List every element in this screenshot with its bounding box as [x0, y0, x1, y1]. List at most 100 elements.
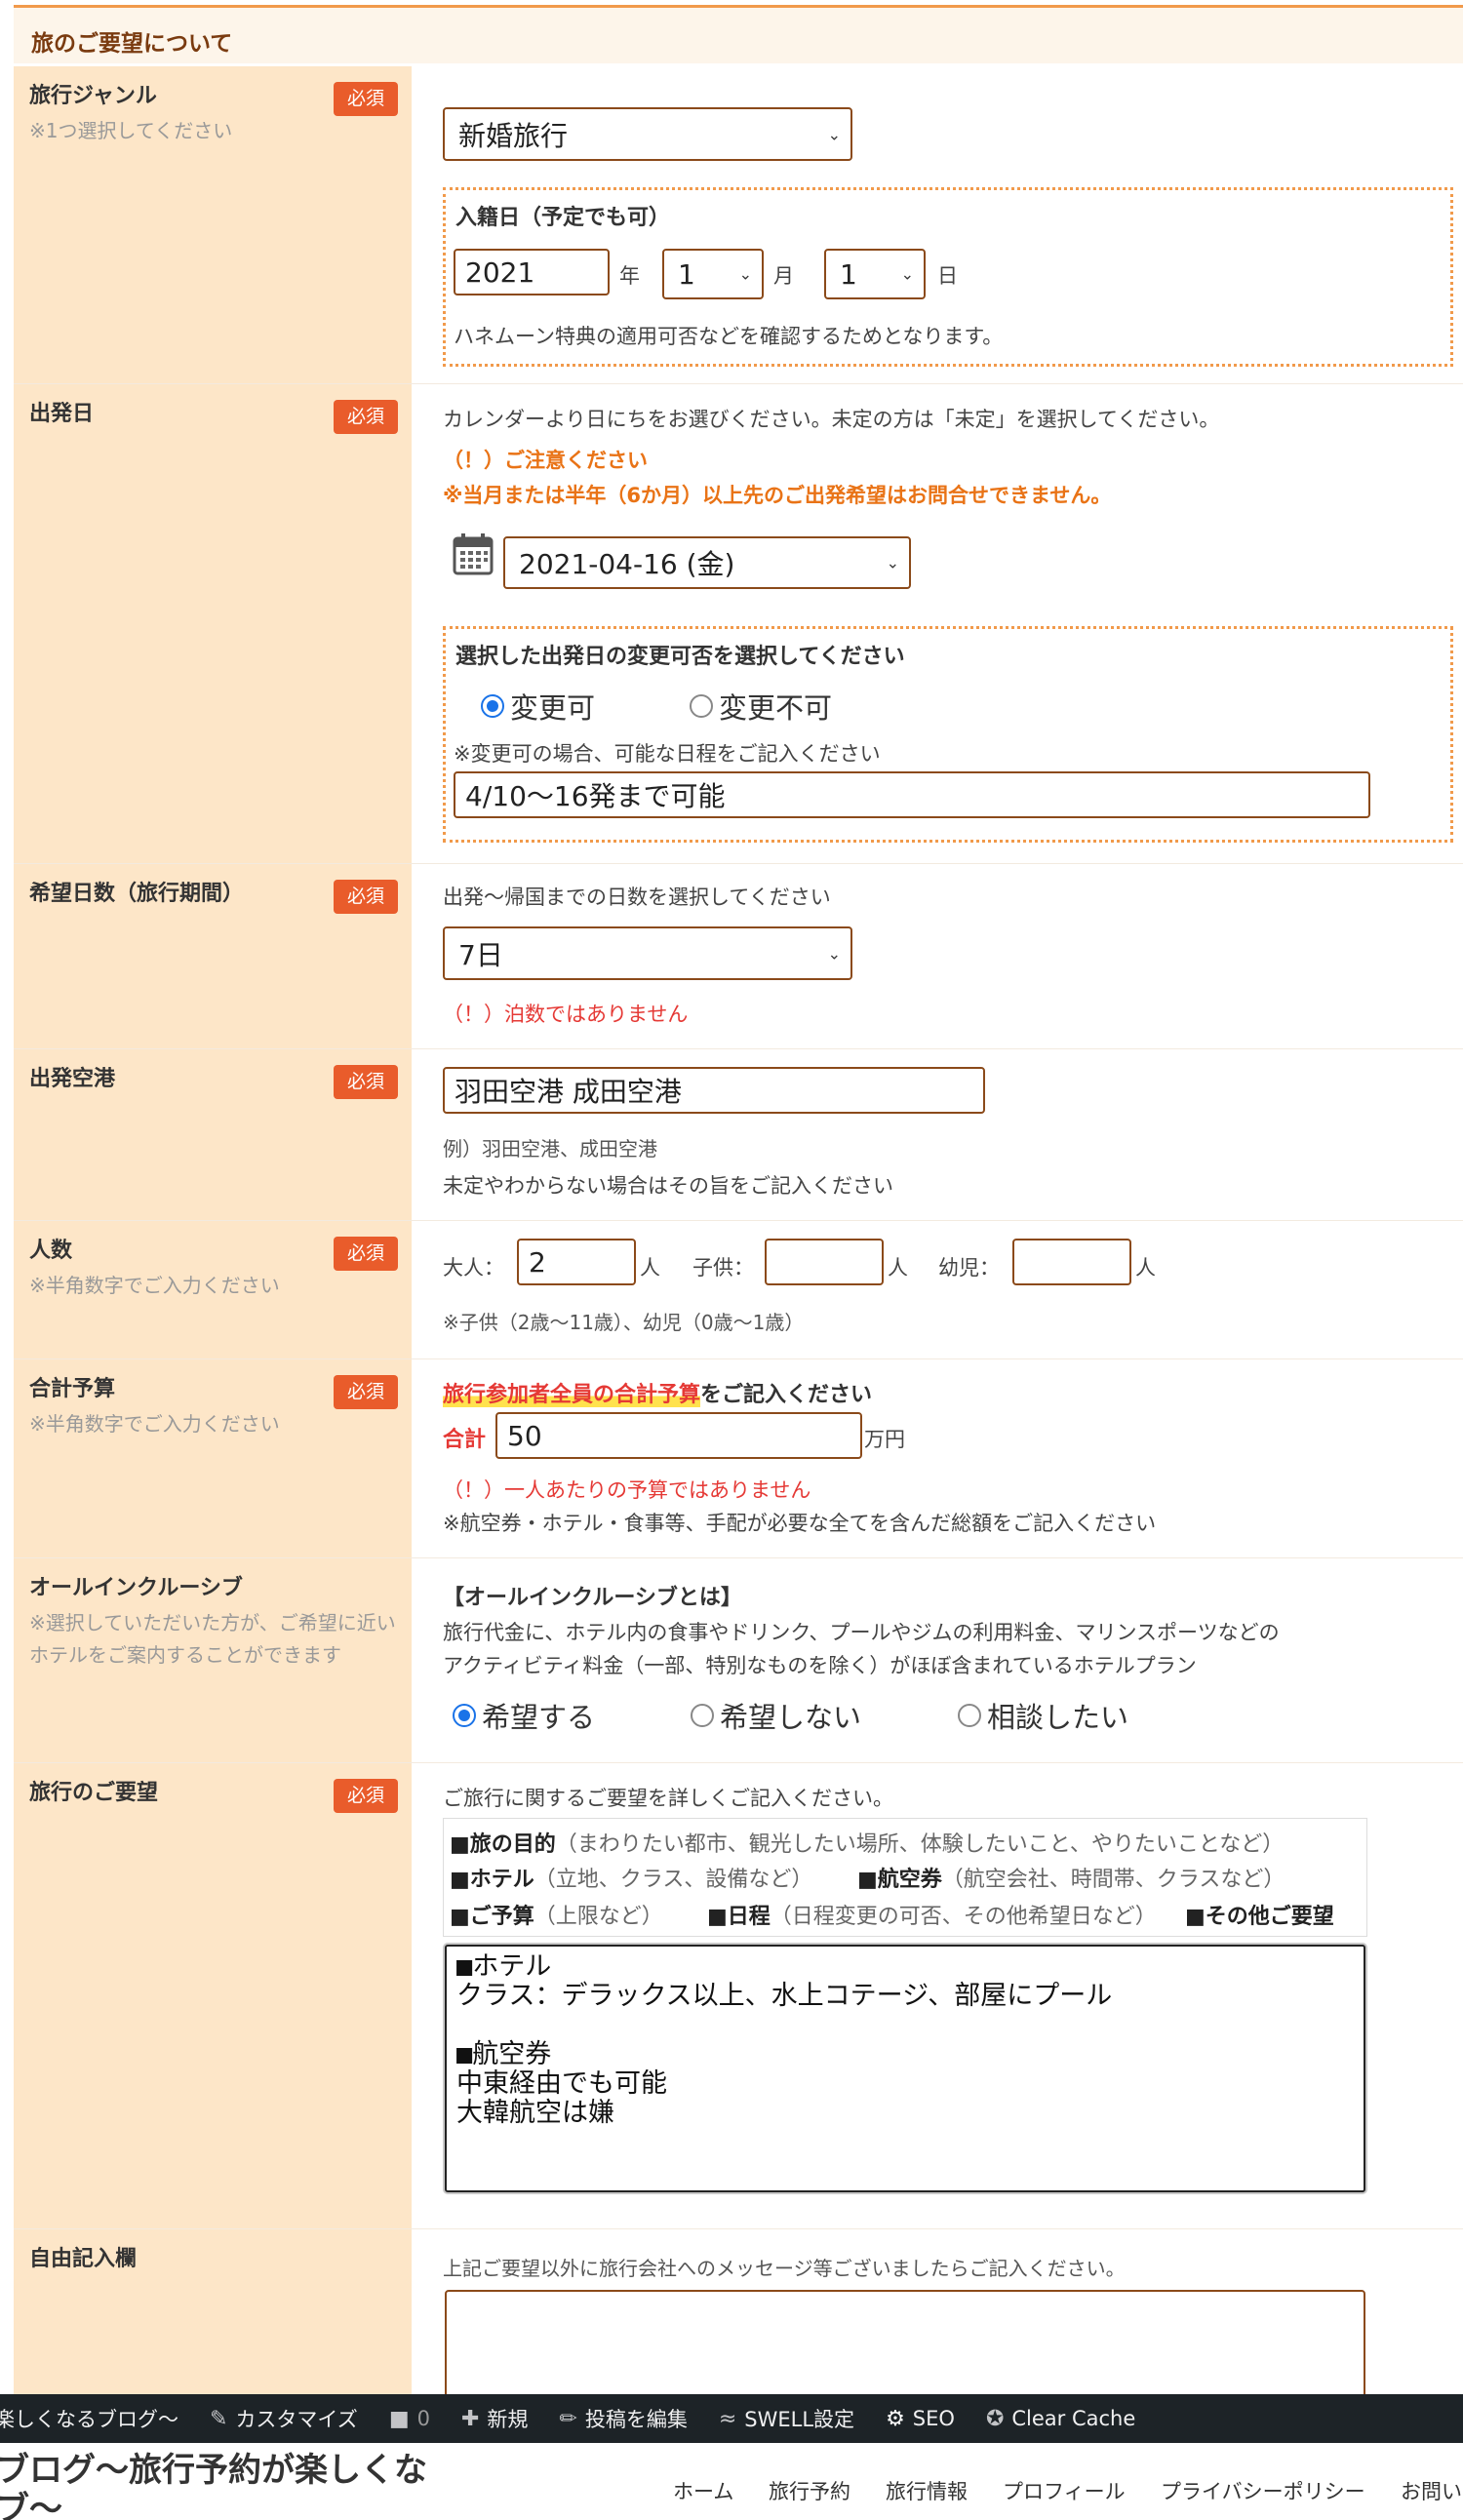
- days-warning: （！）泊数ではありません: [443, 1003, 689, 1026]
- row-people: 人数 ※半角数字でご入力ください 必須 大人： 2 人 子供： 人 幼児： 人 …: [14, 1221, 1463, 1359]
- nav-item-booking[interactable]: 旅行予約: [769, 2476, 850, 2505]
- hint-line-2b: ■航空券（航空会社、時間帯、クラスなど）: [857, 1862, 1285, 1893]
- admin-cache-label: Clear Cache: [1011, 2407, 1136, 2430]
- field-label: オールインクルーシブ: [29, 1576, 243, 1600]
- radio-change-yes[interactable]: 変更可: [481, 686, 595, 727]
- plus-icon: ✚: [460, 2406, 480, 2431]
- hint-air: ■航空券: [857, 1868, 942, 1892]
- field-note: ※半角数字でご入力ください: [29, 1411, 280, 1436]
- radio-allinc-want[interactable]: 希望する: [453, 1695, 595, 1736]
- day-select-value: 1: [840, 257, 857, 291]
- radio-circle-checked: [481, 694, 504, 718]
- label-cell: 希望日数（旅行期間） 必須: [14, 864, 412, 1048]
- day-unit: 日: [937, 264, 958, 288]
- required-badge: 必須: [334, 1375, 398, 1409]
- admin-clear-cache[interactable]: ✪ Clear Cache: [986, 2407, 1135, 2431]
- radio-circle: [691, 1704, 714, 1727]
- nav-item-info[interactable]: 旅行情報: [886, 2476, 968, 2505]
- admin-seo[interactable]: ⚙ SEO: [886, 2407, 955, 2431]
- radio-allinc-no[interactable]: 希望しない: [691, 1695, 861, 1736]
- infant-input[interactable]: [1012, 1239, 1131, 1285]
- airport-input[interactable]: 羽田空港 成田空港: [443, 1067, 985, 1114]
- row-airport: 出発空港 必須 羽田空港 成田空港 例）羽田空港、成田空港 未定やわからない場合…: [14, 1049, 1463, 1221]
- budget-heading-rest: をご記入ください: [700, 1383, 873, 1407]
- day-select[interactable]: 1 ⌄: [824, 249, 926, 299]
- departure-desc: カレンダーより日にちをお選びください。未定の方は「未定」を選択してください。: [443, 408, 1220, 431]
- admin-new[interactable]: ✚ 新規: [461, 2404, 528, 2433]
- change-input[interactable]: 4/10〜16発まで可能: [454, 771, 1370, 818]
- hint-line-2: ■ホテル（立地、クラス、設備など）: [450, 1862, 812, 1893]
- entry-date-box: 入籍日（予定でも可） 2021 年 1 ⌄ 月 1 ⌄ 日 ハネムーン特典の適用…: [443, 187, 1453, 367]
- hint-hotel: ■ホテル: [450, 1868, 534, 1892]
- change-title: 選択した出発日の変更可否を選択してください: [455, 645, 905, 669]
- label-cell: 出発日 必須: [14, 384, 412, 863]
- hint-schedule: ■日程: [707, 1905, 771, 1929]
- genre-select[interactable]: 新婚旅行 ⌄: [443, 107, 852, 161]
- row-days: 希望日数（旅行期間） 必須 出発〜帰国までの日数を選択してください 7日 ⌄ （…: [14, 864, 1463, 1049]
- radio-label: 希望しない: [720, 1701, 862, 1734]
- admin-edit-post[interactable]: ✏ 投稿を編集: [559, 2404, 687, 2433]
- entry-date-title: 入籍日（予定でも可）: [455, 206, 671, 230]
- swell-icon: ≈: [718, 2406, 737, 2431]
- field-cell: 出発〜帰国までの日数を選択してください 7日 ⌄ （！）泊数ではありません: [412, 864, 1463, 1048]
- nav-item-contact[interactable]: お問い: [1401, 2476, 1462, 2505]
- adult-input[interactable]: 2: [517, 1239, 636, 1285]
- hint-budget: ■ご予算: [450, 1905, 534, 1929]
- field-note: ※選択していただいた方が、ご希望に近いホテルをご案内することができます: [29, 1610, 396, 1667]
- radio-change-no[interactable]: 変更不可: [690, 686, 832, 727]
- admin-comments[interactable]: ■ 0: [389, 2407, 430, 2431]
- radio-circle: [690, 694, 713, 718]
- calendar-icon[interactable]: [453, 532, 494, 575]
- label-cell: 旅行ジャンル ※1つ選択してください 必須: [14, 66, 412, 383]
- request-textarea[interactable]: ■ホテル クラス：デラックス以上、水上コテージ、部屋にプール ■航空券 中東経由…: [445, 1945, 1365, 2192]
- wp-admin-bar: 楽しくなるブログ〜 ✎ カスタマイズ ■ 0 ✚ 新規 ✏ 投稿を編集 ≈ SW…: [0, 2394, 1463, 2443]
- child-unit: 人: [888, 1256, 908, 1280]
- hint-line-1: ■旅の目的（まわりたい都市、観光したい場所、体験したいこと、やりたいことなど）: [450, 1827, 1284, 1858]
- budget-input[interactable]: 50: [495, 1412, 862, 1459]
- airport-input-value: 羽田空港 成田空港: [455, 1076, 682, 1108]
- row-free: 自由記入欄 上記ご要望以外に旅行会社へのメッセージ等ございましたらご記入ください…: [14, 2229, 1463, 2417]
- year-input[interactable]: 2021: [454, 249, 610, 295]
- adult-label: 大人：: [443, 1256, 504, 1280]
- admin-customize[interactable]: ✎ カスタマイズ: [210, 2404, 358, 2433]
- month-unit: 月: [773, 264, 794, 288]
- nav-item-privacy[interactable]: プライバシーポリシー: [1161, 2476, 1365, 2505]
- row-allinclusive: オールインクルーシブ ※選択していただいた方が、ご希望に近いホテルをご案内するこ…: [14, 1558, 1463, 1763]
- budget-unit: 万円: [864, 1428, 905, 1451]
- days-select-value: 7日: [458, 938, 503, 971]
- label-cell: オールインクルーシブ ※選択していただいた方が、ご希望に近いホテルをご案内するこ…: [14, 1558, 412, 1762]
- departure-date-select[interactable]: 2021-04-16 (金) ⌄: [503, 536, 911, 589]
- infant-unit: 人: [1135, 1256, 1156, 1280]
- chevron-down-icon: ⌄: [900, 264, 914, 284]
- field-cell: 【オールインクルーシブとは】 旅行代金に、ホテル内の食事やドリンク、プールやジム…: [412, 1558, 1463, 1762]
- allinc-desc-line1: 旅行代金に、ホテル内の食事やドリンク、プールやジムの利用料金、マリンスポーツなど…: [443, 1621, 1280, 1644]
- field-cell: 上記ご要望以外に旅行会社へのメッセージ等ございましたらご記入ください。: [412, 2229, 1463, 2417]
- field-cell: ご旅行に関するご要望を詳しくご記入ください。 ■旅の目的（まわりたい都市、観光し…: [412, 1763, 1463, 2228]
- admin-comments-count: 0: [416, 2407, 430, 2430]
- nav-item-profile[interactable]: プロフィール: [1003, 2476, 1126, 2505]
- site-title[interactable]: ブログ〜旅行予約が楽しくな ブ〜: [0, 2451, 427, 2520]
- child-label: 子供：: [692, 1256, 754, 1280]
- chevron-down-icon: ⌄: [827, 944, 841, 963]
- site-header: ブログ〜旅行予約が楽しくな ブ〜 ホーム 旅行予約 旅行情報 プロフィール プラ…: [0, 2443, 1463, 2520]
- field-note: ※1つ選択してください: [29, 118, 233, 142]
- budget-note: ※航空券・ホテル・食事等、手配が必要な全てを含んだ総額をご記入ください: [443, 1512, 1157, 1535]
- child-input[interactable]: [765, 1239, 884, 1285]
- label-cell: 人数 ※半角数字でご入力ください 必須: [14, 1221, 412, 1358]
- request-desc: ご旅行に関するご要望を詳しくご記入ください。: [443, 1787, 893, 1810]
- gear-icon: ⚙: [886, 2406, 905, 2431]
- month-select[interactable]: 1 ⌄: [662, 249, 764, 299]
- admin-site-link[interactable]: 楽しくなるブログ〜: [0, 2404, 178, 2433]
- budget-input-value: 50: [507, 1419, 542, 1452]
- radio-allinc-consult[interactable]: 相談したい: [958, 1695, 1128, 1736]
- budget-warning: （！）一人あたりの予算ではありません: [443, 1478, 811, 1502]
- warning-text: ※当月または半年（6か月）以上先のご出発希望はお問合せできません。: [443, 484, 1112, 507]
- row-departure: 出発日 必須 カレンダーより日にちをお選びください。未定の方は「未定」を選択して…: [14, 384, 1463, 864]
- hint-line-3c: ■その他ご要望: [1185, 1899, 1334, 1930]
- admin-swell-settings[interactable]: ≈ SWELL設定: [719, 2404, 854, 2433]
- days-select[interactable]: 7日 ⌄: [443, 926, 852, 980]
- label-cell: 自由記入欄: [14, 2229, 412, 2394]
- field-note: ※半角数字でご入力ください: [29, 1273, 280, 1297]
- nav-item-home[interactable]: ホーム: [673, 2476, 733, 2505]
- age-note: ※子供（2歳〜11歳）、幼児（0歳〜1歳）: [443, 1311, 805, 1334]
